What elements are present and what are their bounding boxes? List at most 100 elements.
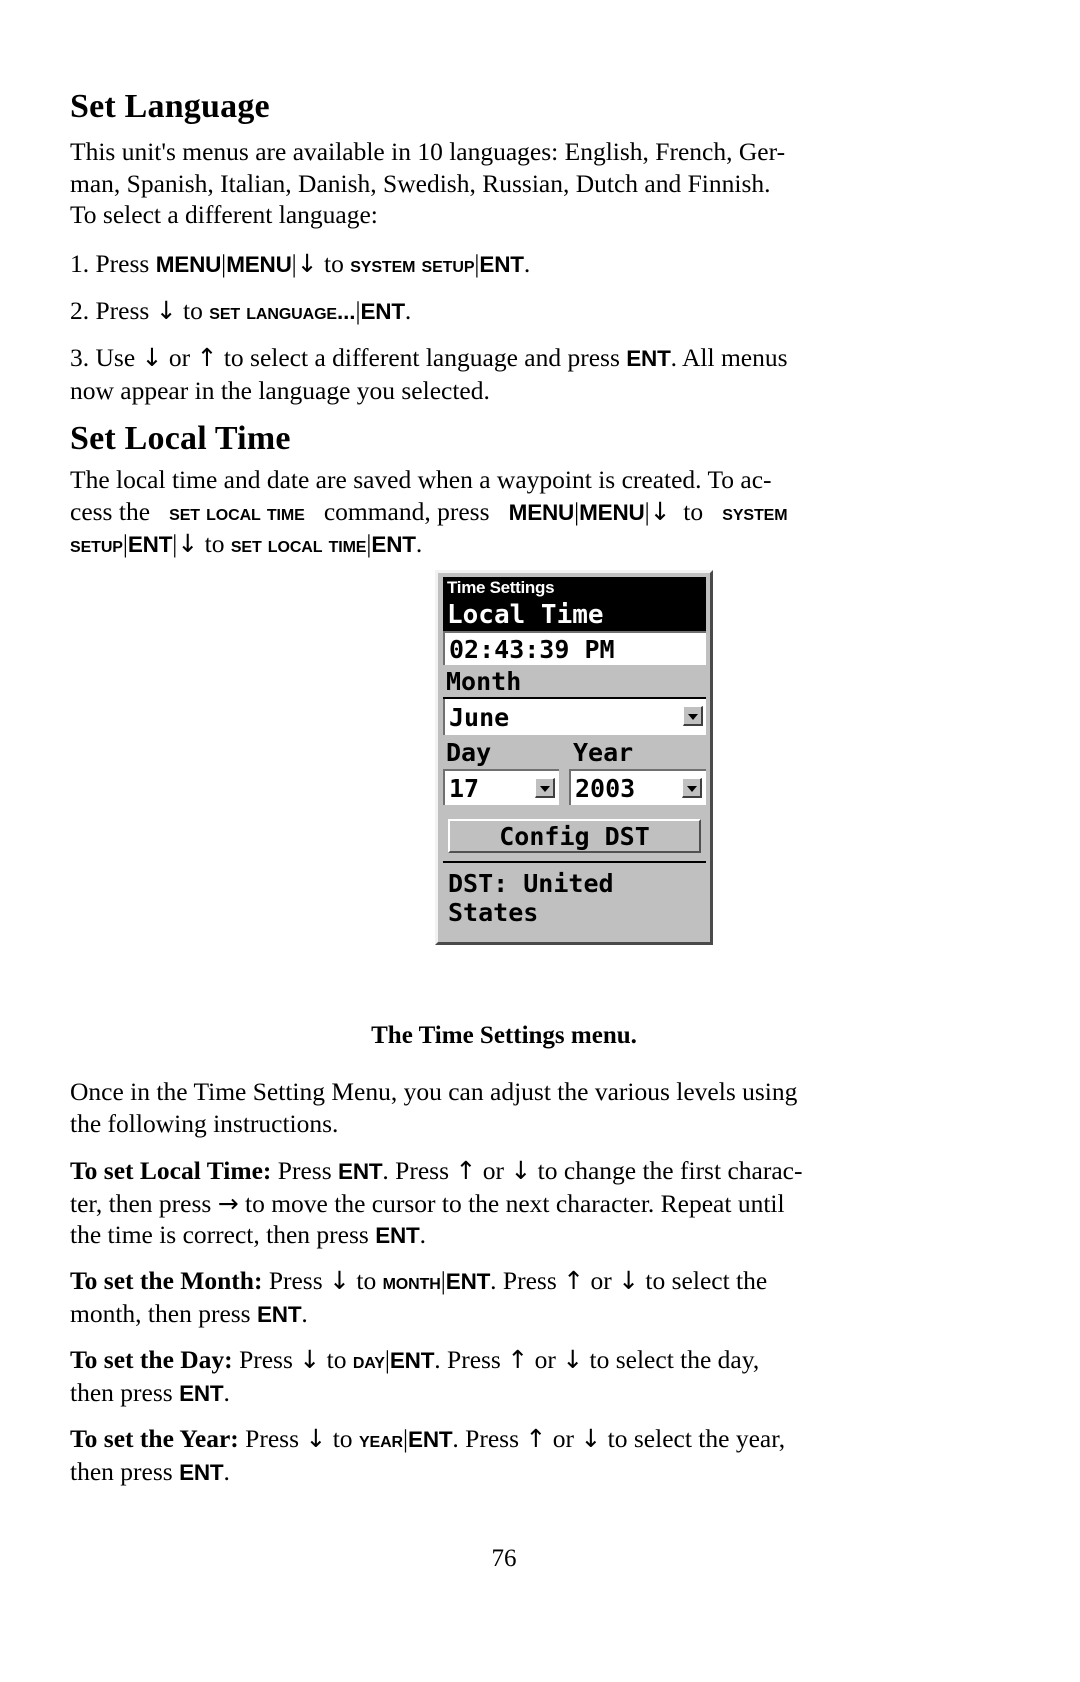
year-period: . [223, 1456, 230, 1486]
menu-system: System [722, 499, 788, 525]
step-1-period: . [523, 249, 531, 278]
arrow-down-icon: ↓ [141, 343, 163, 372]
step-2-number: 2. Press [70, 296, 150, 325]
day-lead: To set the Day: [70, 1345, 233, 1374]
menu-system-setup: System Setup [350, 252, 475, 277]
key-ent: ENT [256, 1301, 302, 1327]
day-e: to select the day, [589, 1345, 760, 1374]
lt-line-3-to: to [204, 529, 225, 558]
key-ent: ENT [408, 1427, 453, 1452]
year-lead: To set the Year: [70, 1424, 239, 1453]
step-3: 3. Use ↓ or ↑ to select a different lang… [70, 342, 938, 406]
dst-status: DST: United States [448, 869, 614, 927]
arrow-down-icon: ↓ [177, 529, 199, 558]
year-c: . Press [452, 1424, 520, 1453]
year-label: Year [573, 738, 634, 767]
step-3-tail: . All menus [670, 343, 788, 372]
chevron-down-icon[interactable] [683, 706, 703, 726]
slt-f: to move the cursor to the next character… [245, 1188, 785, 1218]
once-line-1: Once in the Time Setting Menu, you can a… [70, 1077, 798, 1106]
set-local-time-intro: The local time and date are saved when a… [70, 464, 938, 561]
month-f: month, then press [70, 1298, 251, 1328]
intro-line-1: This unit's menus are available in 10 la… [70, 137, 786, 166]
month-e: to select the [645, 1266, 768, 1295]
set-language-intro: This unit's menus are available in 10 la… [70, 136, 938, 231]
step-3-start: 3. Use [70, 343, 136, 372]
day-label: Day [446, 738, 492, 767]
key-ent: ENT [626, 346, 671, 371]
arrow-up-icon: ↑ [507, 1345, 529, 1374]
arrow-down-icon: ↓ [510, 1156, 532, 1185]
arrow-down-icon: ↓ [305, 1424, 327, 1453]
day-c: . Press [434, 1345, 501, 1374]
day-value: 17 [449, 773, 480, 803]
device-window-title: Time Settings [443, 577, 706, 599]
config-dst-button[interactable]: Config DST [448, 819, 701, 853]
set-day-instructions: To set the Day: Press ↓ to Day|ENT. Pres… [70, 1344, 938, 1409]
manual-page: Set Language This unit's menus are avail… [70, 0, 938, 1682]
slt-period: . [419, 1220, 426, 1249]
chevron-down-icon[interactable] [535, 778, 555, 798]
page-title-set-language: Set Language [70, 88, 270, 125]
day-combo[interactable]: 17 [443, 769, 559, 805]
key-ent: ENT [179, 1380, 224, 1406]
key-ent: ENT [338, 1159, 383, 1184]
arrow-up-icon: ↑ [525, 1424, 547, 1453]
device-screen: Time Settings Local Time 02:43:39 PM Mon… [435, 570, 713, 945]
figure-caption: The Time Settings menu. [371, 1022, 637, 1049]
arrow-down-icon: ↓ [296, 249, 318, 278]
page-title-set-local-time: Set Local Time [70, 420, 291, 457]
menu-setup: Setup [70, 532, 123, 557]
chevron-down-icon[interactable] [682, 778, 702, 798]
arrow-down-icon: ↓ [649, 496, 671, 526]
step-2: 2. Press ↓ to Set Language...|ENT. [70, 295, 938, 328]
lt-line-2-b: command, press [323, 496, 490, 526]
slt-d: to change the first charac- [537, 1156, 803, 1185]
intro-line-3: To select a different language: [70, 200, 378, 229]
menu-set-local-time: Set Local Time [169, 499, 305, 525]
year-f: then press [70, 1456, 173, 1486]
arrow-up-icon: ↑ [563, 1266, 585, 1295]
month-a: Press [268, 1266, 323, 1295]
slt-b: . Press [382, 1156, 450, 1185]
step-1: 1. Press MENU|MENU|↓ to System Setup|ENT… [70, 248, 938, 281]
month-d: or [590, 1266, 612, 1295]
set-year-instructions: To set the Year: Press ↓ to Year|ENT. Pr… [70, 1423, 938, 1488]
slt-e: ter, then press [70, 1188, 212, 1218]
local-time-field[interactable]: 02:43:39 PM [443, 631, 706, 665]
slt-c: or [482, 1156, 504, 1185]
step-2-to: to [183, 296, 203, 325]
set-month-instructions: To set the Month: Press ↓ to Month|ENT. … [70, 1265, 938, 1330]
year-d: or [552, 1424, 574, 1453]
day-b: to [326, 1345, 347, 1374]
divider-dst [443, 861, 706, 863]
key-ent: ENT [445, 1269, 491, 1294]
arrow-up-icon: ↑ [455, 1156, 477, 1185]
month-combo[interactable]: June [443, 699, 706, 735]
month-period: . [301, 1298, 308, 1328]
key-menu-2: MENU [579, 499, 645, 525]
lt-line-1: The local time and date are saved when a… [70, 465, 772, 494]
lt-line-3-period: . [415, 529, 423, 558]
month-c: . Press [490, 1266, 557, 1295]
arrow-down-icon: ↓ [299, 1345, 321, 1374]
key-ent: ENT [479, 252, 524, 277]
step-3-or: or [168, 343, 191, 372]
slt-a: Press [277, 1156, 332, 1185]
arrow-down-icon: ↓ [562, 1345, 584, 1374]
menu-month: Month [382, 1269, 441, 1294]
day-d: or [534, 1345, 556, 1374]
key-ent: ENT [371, 532, 416, 557]
year-combo[interactable]: 2003 [569, 769, 706, 805]
key-menu-2: MENU [226, 252, 292, 277]
device-selected-row-local-time[interactable]: Local Time [443, 599, 706, 631]
step-1-to: to [323, 249, 344, 278]
year-b: to [332, 1424, 353, 1453]
key-ent: ENT [127, 532, 173, 557]
key-ent: ENT [389, 1348, 435, 1373]
once-line-2: the following instructions. [70, 1108, 339, 1138]
menu-day: Day [352, 1348, 385, 1373]
once-in-menu-paragraph: Once in the Time Setting Menu, you can a… [70, 1076, 938, 1139]
step-2-period: . [404, 296, 412, 325]
step-3-middle: to select a different language and press [223, 343, 620, 372]
